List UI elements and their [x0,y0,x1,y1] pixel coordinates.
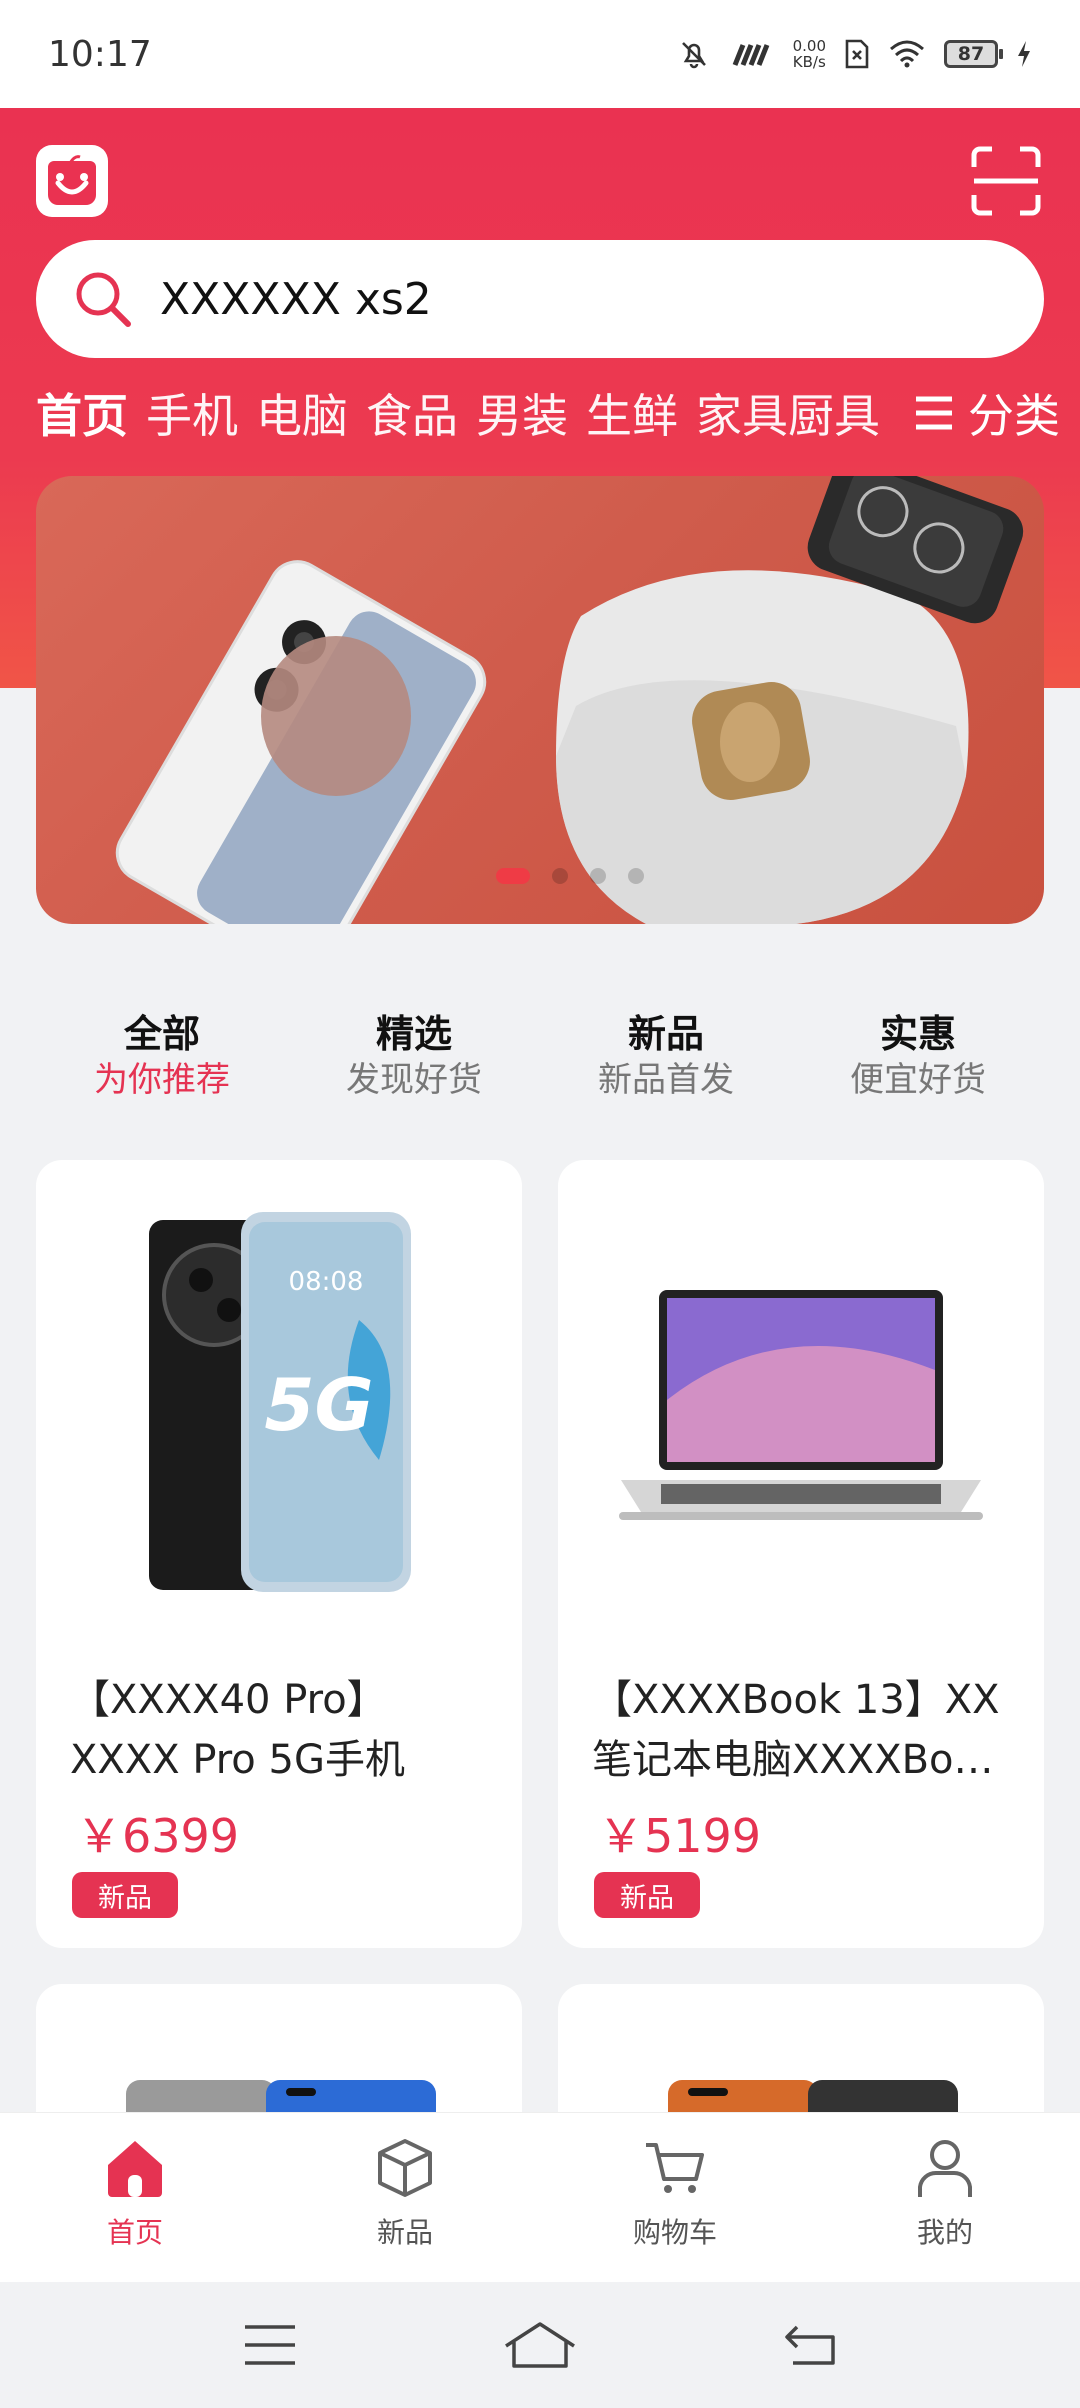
category-menswear[interactable]: 男装 [476,380,568,446]
user-icon [918,2140,972,2197]
banner-illustration [115,476,1024,924]
tab-subtitle: 便宜好货 [850,1060,986,1100]
tab-new[interactable]: 新品 新品首发 [540,1010,792,1120]
nav-label: 新品 [376,2216,433,2249]
category-phone[interactable]: 手机 [146,380,238,446]
status-icons: 0.00 KB/s 87 [677,37,1032,71]
product-title-line1: 【XXXX40 Pro】 [70,1677,387,1723]
new-badge: 新品 [72,1872,178,1918]
category-home[interactable]: 首页 [36,380,128,446]
speed-value: 0.00 [792,37,826,55]
phone-image: 08:08 5G [149,1212,411,1592]
banner-dot[interactable] [628,868,644,884]
banner-dot-active[interactable] [496,868,530,884]
phone-5g-label: 5G [264,1363,373,1447]
product-title-line2: 笔记本电脑XXXXBo… [592,1737,994,1783]
bottom-nav: 首页 新品 购物车 我的 [0,2112,1080,2282]
product-image [558,1200,1044,1600]
product-price: ￥6399 [76,1809,240,1863]
smile-bag-icon [48,155,96,205]
product-card[interactable]: 【XXXXBook 13】XX 笔记本电脑XXXXBo… ￥5199 新品 [558,1160,1044,1948]
product-price: ￥5199 [598,1809,762,1863]
scan-icon [971,146,1041,216]
tab-subtitle: 新品首发 [598,1060,734,1100]
all-categories-label: 分类 [968,389,1060,443]
status-bar: 10:17 0.00 KB/s 87 [0,0,1080,108]
recent-apps-icon[interactable] [243,2323,297,2367]
category-nav: 首页 手机 电脑 食品 男装 生鲜 家具厨具 分类 [36,378,1060,448]
nav-label: 首页 [106,2216,163,2249]
home-icon [108,2141,162,2197]
app-logo[interactable] [36,145,108,217]
network-speed: 0.00 KB/s [793,38,826,70]
nav-label: 购物车 [632,2216,717,2249]
product-title: 【XXXX40 Pro】 XXXX Pro 5G手机 [70,1670,490,1790]
search-input[interactable]: XXXXXX xs2 [160,274,432,325]
no-sim-icon [845,39,869,69]
category-furniture[interactable]: 家具厨具 [696,380,880,446]
tab-title: 精选 [375,1012,452,1056]
banner-dot[interactable] [552,868,568,884]
mute-bell-icon [681,42,706,69]
category-fresh[interactable]: 生鲜 [586,380,678,446]
signal-icon [732,44,769,66]
nav-profile[interactable]: 我的 [810,2113,1080,2282]
tab-subtitle: 为你推荐 [94,1060,230,1100]
search-box[interactable]: XXXXXX xs2 [36,240,1044,358]
product-card[interactable]: 08:08 5G 【XXXX40 Pro】 XXXX Pro 5G手机 ￥639… [36,1160,522,1948]
cart-icon [646,2143,704,2193]
banner-pagination [496,868,644,884]
phone-image-partial [668,2080,958,2112]
tab-value[interactable]: 实惠 便宜好货 [792,1010,1044,1120]
wifi-icon [890,40,924,68]
search-icon [76,272,131,327]
battery-indicator: 87 [944,40,1003,68]
box-icon [378,2139,432,2197]
laptop-image [619,1290,983,1520]
tab-title: 实惠 [879,1012,956,1056]
tab-selected[interactable]: 精选 发现好货 [288,1010,540,1120]
promo-banner[interactable] [36,476,1044,924]
category-computer[interactable]: 电脑 [256,380,348,446]
category-food[interactable]: 食品 [366,380,458,446]
tab-all[interactable]: 全部 为你推荐 [36,1010,288,1120]
scan-button[interactable] [970,145,1042,217]
product-title-line2: XXXX Pro 5G手机 [70,1737,405,1783]
banner-dot[interactable] [590,868,606,884]
menu-lines-icon [916,396,952,430]
charging-bolt-icon [1018,41,1030,67]
phone-time: 08:08 [289,1267,364,1297]
product-title-line1: 【XXXXBook 13】XX [592,1677,1000,1723]
product-title: 【XXXXBook 13】XX 笔记本电脑XXXXBo… [592,1670,1012,1790]
product-card[interactable] [36,1984,522,2112]
new-badge: 新品 [594,1872,700,1918]
nav-home[interactable]: 首页 [0,2113,270,2282]
product-image: 08:08 5G [36,1200,522,1600]
tab-title: 全部 [123,1012,200,1056]
phone-image-partial [126,2080,436,2112]
product-card[interactable] [558,1984,1044,2112]
tab-subtitle: 发现好货 [346,1060,482,1100]
nav-new[interactable]: 新品 [270,2113,540,2282]
speed-unit: KB/s [792,53,826,71]
status-time: 10:17 [48,33,152,75]
back-icon[interactable] [783,2323,837,2367]
home-button-icon[interactable] [502,2320,578,2370]
nav-label: 我的 [916,2216,973,2249]
all-categories-button[interactable]: 分类 [914,380,1060,446]
feed-tabs: 全部 为你推荐 精选 发现好货 新品 新品首发 实惠 便宜好货 [36,1010,1044,1120]
system-nav-bar [0,2282,1080,2408]
nav-cart[interactable]: 购物车 [540,2113,810,2282]
tab-title: 新品 [627,1012,704,1056]
